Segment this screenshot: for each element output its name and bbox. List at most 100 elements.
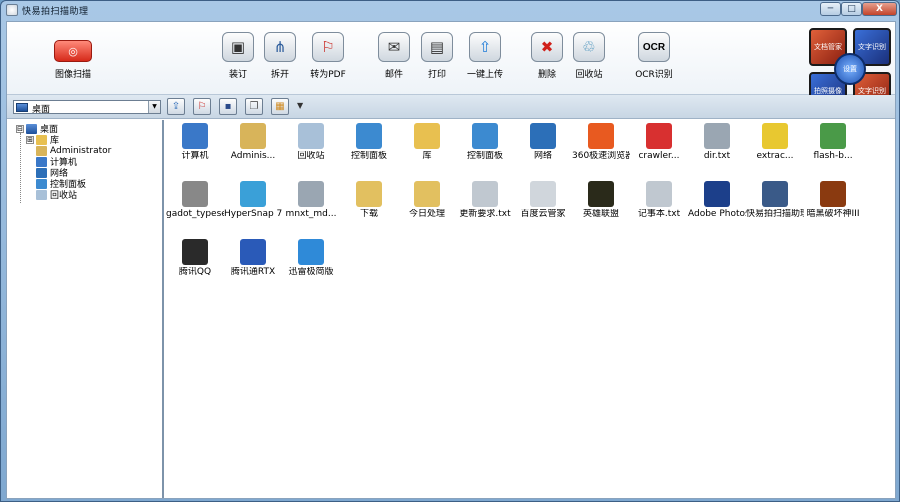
- file-item[interactable]: crawler...: [630, 123, 688, 161]
- chevron-down-icon[interactable]: ▼: [148, 101, 160, 113]
- ocr-icon: OCR: [638, 32, 670, 62]
- recycle-bin-label: 回收站: [575, 70, 603, 80]
- file-item[interactable]: 快易拍扫描助理: [746, 181, 804, 219]
- qq-icon: [182, 239, 208, 265]
- file-label: 360极速浏览器: [572, 151, 630, 161]
- print-button[interactable]: ▤ 打印: [412, 32, 462, 80]
- recycle-bin-icon: [36, 189, 47, 200]
- file-item[interactable]: 腾讯通RTX: [224, 239, 282, 277]
- lol-icon: [588, 181, 614, 207]
- recycle-bin-button[interactable]: ♲ 回收站: [564, 32, 614, 80]
- network-icon: [530, 123, 556, 149]
- pdf-view-button[interactable]: ⚐: [193, 98, 211, 115]
- flash-icon: [820, 123, 846, 149]
- computer-icon: [182, 123, 208, 149]
- file-item[interactable]: 腾讯QQ: [166, 239, 224, 277]
- file-item[interactable]: 暗黑破坏神III: [804, 181, 862, 219]
- file-item[interactable]: 英雄联盟: [572, 181, 630, 219]
- client-area: ◎ 图像扫描 ▣ 装订 ⋔ 拆开 ⚐ 转为PDF ✉ 邮件 ▤ 打印 ⇧ 一键上…: [6, 21, 896, 499]
- pen-tool-icon: [182, 181, 208, 207]
- file-item[interactable]: flash-b...: [804, 123, 862, 161]
- file-item[interactable]: mnxt_md...: [282, 181, 340, 219]
- file-item[interactable]: 更新要求.txt: [456, 181, 514, 219]
- corner-settings-button[interactable]: 设置: [834, 53, 866, 85]
- copy-icon: ❐: [249, 101, 259, 112]
- file-item[interactable]: 控制面板: [456, 123, 514, 161]
- expand-icon[interactable]: ⊞: [26, 135, 34, 144]
- view-dropdown-icon[interactable]: ▼: [297, 101, 303, 110]
- file-item[interactable]: 今日处理: [398, 181, 456, 219]
- folder-icon: [414, 181, 440, 207]
- file-item[interactable]: HyperSnap 7: [224, 181, 282, 219]
- upload-button[interactable]: ⇧ 一键上传: [457, 32, 513, 80]
- printer-icon: ▤: [421, 32, 453, 62]
- copy-button[interactable]: ❐: [245, 98, 263, 115]
- extract-icon: [762, 123, 788, 149]
- file-item[interactable]: dir.txt: [688, 123, 746, 161]
- location-select[interactable]: 桌面 ▼: [13, 100, 161, 115]
- tree-item-label: 回收站: [50, 191, 78, 201]
- split-label: 拆开: [270, 70, 289, 80]
- file-label: HyperSnap 7: [224, 209, 282, 219]
- close-button[interactable]: X: [862, 2, 897, 16]
- file-item[interactable]: Adobe Photos...: [688, 181, 746, 219]
- tree-item-library[interactable]: ⊞ 库: [26, 134, 59, 146]
- crawler-icon: [646, 123, 672, 149]
- tree-connector: [20, 133, 21, 203]
- file-item[interactable]: 计算机: [166, 123, 224, 161]
- scan-button[interactable]: ◎ 图像扫描: [47, 32, 99, 80]
- collapse-icon[interactable]: ⊟: [16, 124, 24, 133]
- delete-icon: ✖: [531, 32, 563, 62]
- split-button[interactable]: ⋔ 拆开: [255, 32, 305, 80]
- file-item[interactable]: 下载: [340, 181, 398, 219]
- hypersnap-icon: [240, 181, 266, 207]
- file-item[interactable]: 迅雷极简版: [282, 239, 340, 277]
- file-label: 腾讯QQ: [178, 267, 212, 277]
- file-item[interactable]: 360极速浏览器: [572, 123, 630, 161]
- scanner-app-icon: [762, 181, 788, 207]
- location-value: 桌面: [32, 105, 51, 115]
- tree-item-recycle-bin[interactable]: 回收站: [36, 189, 78, 201]
- text-file-icon: [472, 181, 498, 207]
- file-label: 百度云管家: [520, 209, 566, 219]
- view-icon: ▦: [275, 101, 285, 112]
- file-label: 库: [422, 151, 432, 161]
- split-icon: ⋔: [264, 32, 296, 62]
- file-item[interactable]: extrac...: [746, 123, 804, 161]
- pdf-icon: ⚐: [312, 32, 344, 62]
- file-item[interactable]: Adminis...: [224, 123, 282, 161]
- diablo-icon: [820, 181, 846, 207]
- ocr-button[interactable]: OCR OCR识别: [627, 32, 681, 80]
- up-folder-button[interactable]: ⇪: [167, 98, 185, 115]
- file-item[interactable]: 记事本.txt: [630, 181, 688, 219]
- file-label: 今日处理: [408, 209, 445, 219]
- file-item[interactable]: 回收站: [282, 123, 340, 161]
- staple-icon: ▣: [222, 32, 254, 62]
- file-item[interactable]: 网络: [514, 123, 572, 161]
- photoshop-icon: [704, 181, 730, 207]
- file-label: 快易拍扫描助理: [746, 209, 804, 219]
- control-panel-icon: [36, 178, 47, 189]
- file-item[interactable]: 库: [398, 123, 456, 161]
- file-label: 控制面板: [466, 151, 503, 161]
- minimize-button[interactable]: ─: [820, 2, 841, 16]
- file-label: extrac...: [756, 151, 794, 161]
- file-label: Adminis...: [230, 151, 276, 161]
- to-pdf-button[interactable]: ⚐ 转为PDF: [301, 32, 355, 80]
- maximize-button[interactable]: □: [841, 2, 862, 16]
- control-panel-icon: [472, 123, 498, 149]
- file-item[interactable]: gadot_typeset...: [166, 181, 224, 219]
- print-label: 打印: [427, 70, 446, 80]
- file-item[interactable]: 控制面板: [340, 123, 398, 161]
- file-label: 回收站: [297, 151, 325, 161]
- file-label: 英雄联盟: [582, 209, 619, 219]
- view-mode-button[interactable]: ▦: [271, 98, 289, 115]
- ocr-label: OCR识别: [635, 70, 673, 80]
- computer-icon: [36, 156, 47, 167]
- file-item[interactable]: 百度云管家: [514, 181, 572, 219]
- control-panel-icon: [356, 123, 382, 149]
- text-file-icon: [646, 181, 672, 207]
- save-button[interactable]: ▪: [219, 98, 237, 115]
- mail-icon: ✉: [378, 32, 410, 62]
- library-icon: [36, 134, 47, 145]
